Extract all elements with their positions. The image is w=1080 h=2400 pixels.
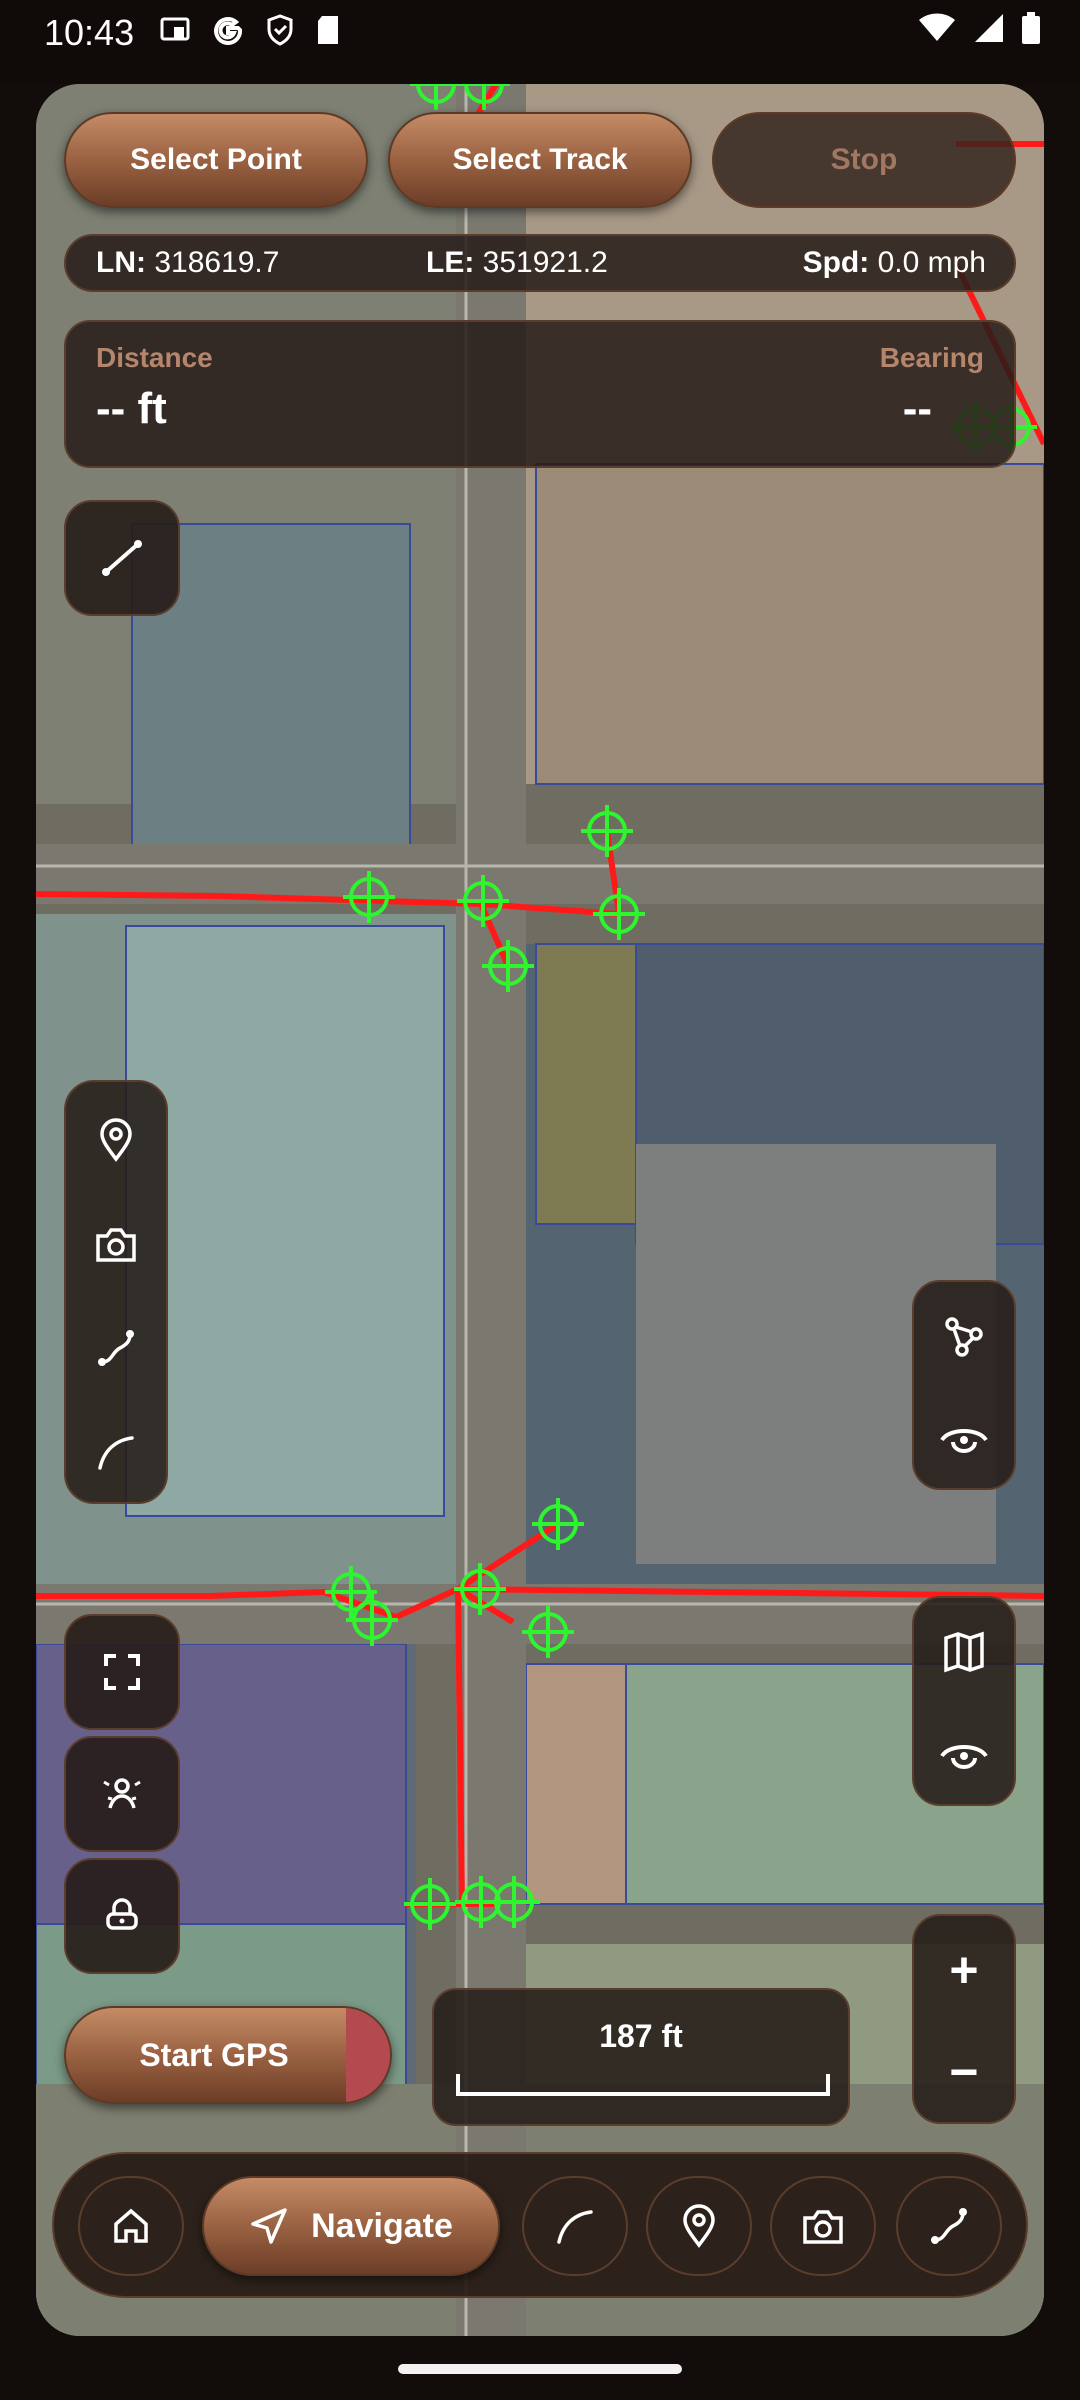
status-left-icons	[160, 14, 340, 46]
track-icon	[98, 1330, 134, 1366]
person-locate-icon	[103, 1778, 141, 1809]
add-photo-tool[interactable]	[66, 1192, 166, 1296]
le-label: LE:	[426, 246, 475, 279]
arc-icon	[557, 2210, 593, 2244]
stop-button[interactable]: Stop	[712, 112, 1016, 208]
add-track-tool[interactable]	[66, 1296, 166, 1400]
ln-label: LN:	[96, 246, 146, 279]
wifi-icon	[919, 13, 955, 41]
bearing-value: --	[902, 384, 932, 433]
nav-camera-button[interactable]	[770, 2176, 876, 2276]
eye-icon	[940, 1429, 988, 1453]
map-icon	[944, 1631, 984, 1673]
nav-navigate-label: Navigate	[311, 2206, 453, 2245]
cast-icon	[160, 17, 190, 41]
add-point-tool[interactable]	[66, 1088, 166, 1192]
network-layer-button[interactable]	[914, 1284, 1014, 1388]
measurement-panel: Distance -- ft Bearing --	[64, 320, 1016, 468]
zoom-in-button[interactable]: +	[914, 1918, 1014, 2022]
fullscreen-button[interactable]	[64, 1614, 180, 1730]
navigate-icon	[251, 2208, 287, 2244]
basemap-layer-button[interactable]	[914, 1600, 1014, 1704]
sd-card-icon	[318, 16, 338, 44]
select-track-button[interactable]: Select Track	[388, 112, 692, 208]
distance-value: -- ft	[96, 384, 167, 433]
measure-line-button[interactable]	[64, 500, 180, 616]
start-gps-button[interactable]: Start GPS	[64, 2006, 392, 2104]
locate-person-button[interactable]	[64, 1736, 180, 1852]
ln-readout: LN: 318619.7	[96, 246, 279, 280]
select-point-button[interactable]: Select Point	[64, 112, 368, 208]
bearing-label: Bearing	[879, 342, 984, 373]
ln-value: 318619.7	[154, 246, 280, 279]
right-layer-stack-top	[912, 1280, 1016, 1490]
status-time: 10:43	[44, 12, 135, 53]
coordinates-bar: LN: 318619.7 LE: 351921.2 Spd: 0.0 mph	[64, 234, 1016, 292]
battery-icon	[1022, 12, 1040, 44]
lock-button[interactable]	[64, 1858, 180, 1974]
gps-status-indicator	[346, 2008, 390, 2102]
nav-home-button[interactable]	[78, 2176, 184, 2276]
camera-icon	[803, 2210, 843, 2244]
nav-navigate-button[interactable]: Navigate	[202, 2176, 500, 2276]
nav-arc-button[interactable]	[522, 2176, 628, 2276]
home-icon	[114, 2208, 148, 2243]
eye-icon	[940, 1745, 988, 1769]
pin-icon	[683, 2204, 715, 2248]
add-arc-tool[interactable]	[66, 1400, 166, 1504]
shield-icon	[267, 14, 293, 46]
status-bar: 10:43	[0, 0, 1080, 84]
fullscreen-icon	[104, 1654, 140, 1690]
scale-bar: 187 ft	[432, 1988, 850, 2126]
zoom-out-button[interactable]: −	[914, 2020, 1014, 2124]
arc-icon	[98, 1436, 134, 1470]
zoom-controls: + −	[912, 1914, 1016, 2124]
track-icon	[931, 2208, 967, 2244]
basemap-visibility-toggle[interactable]	[914, 1702, 1014, 1806]
network-icon	[945, 1317, 983, 1357]
google-icon	[214, 16, 243, 45]
bottom-navigation: Navigate	[52, 2152, 1028, 2298]
distance-label: Distance	[96, 342, 213, 373]
speed-value: 0.0 mph	[877, 246, 986, 279]
scale-label: 187 ft	[599, 2018, 683, 2054]
speed-label: Spd:	[802, 246, 870, 279]
le-readout: LE: 351921.2	[426, 246, 608, 280]
right-layer-stack-mid	[912, 1596, 1016, 1806]
nav-pin-button[interactable]	[646, 2176, 752, 2276]
status-right-icons	[918, 12, 1040, 44]
lock-icon	[106, 1898, 138, 1930]
pin-icon	[100, 1118, 132, 1162]
camera-icon	[96, 1228, 136, 1262]
network-visibility-toggle[interactable]	[914, 1386, 1014, 1490]
home-indicator[interactable]	[398, 2364, 682, 2374]
start-gps-label: Start GPS	[139, 2036, 289, 2073]
speed-readout: Spd: 0.0 mph	[803, 246, 986, 280]
left-tool-stack	[64, 1080, 168, 1504]
nav-track-button[interactable]	[896, 2176, 1002, 2276]
line-icon	[102, 540, 142, 576]
le-value: 351921.2	[482, 246, 608, 279]
scale-ruler	[456, 2074, 830, 2096]
signal-icon	[975, 14, 1003, 42]
